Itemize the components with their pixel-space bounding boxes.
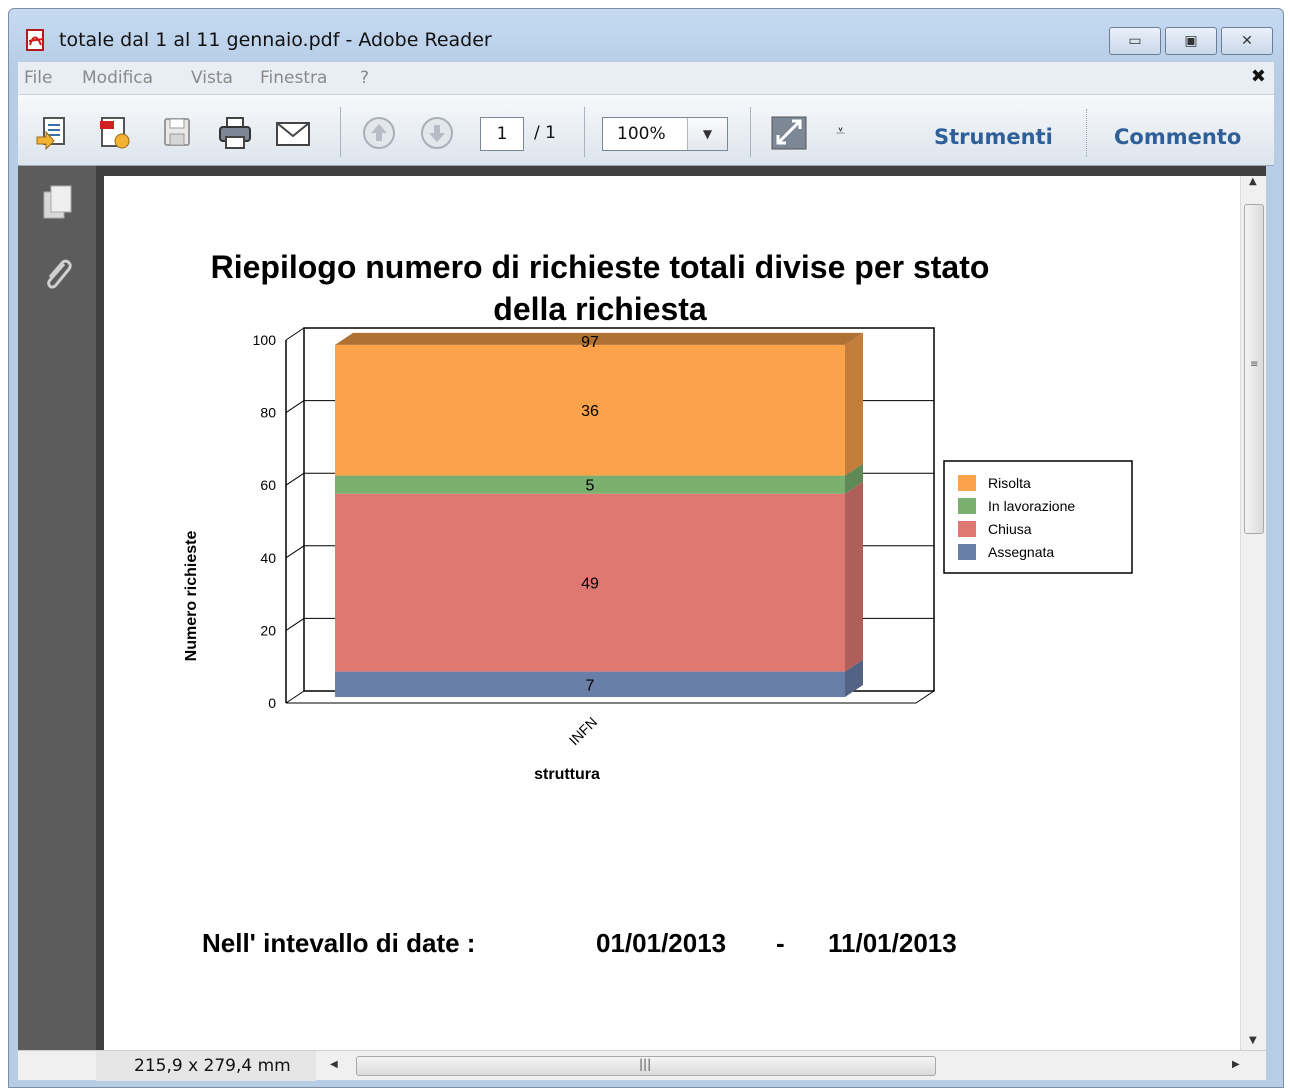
menu-finestra[interactable]: Finestra xyxy=(260,68,327,88)
zoom-value: 100% xyxy=(617,124,666,144)
zoom-select[interactable]: 100% ▼ xyxy=(602,117,728,151)
date-range-label: Nell' intevallo di date : xyxy=(202,928,476,958)
attachments-icon[interactable] xyxy=(38,254,78,294)
scroll-right-icon[interactable]: ▶ xyxy=(1232,1059,1240,1070)
data-label-assegnata: 7 xyxy=(586,677,595,694)
minimize-icon: ▭ xyxy=(1128,33,1142,49)
grip-icon: ≡ xyxy=(1250,359,1259,370)
close-icon: ✕ xyxy=(1241,33,1253,49)
data-label-chiusa: 49 xyxy=(581,576,599,593)
data-label-total: 97 xyxy=(581,334,599,351)
horizontal-scroll-thumb[interactable]: ||| xyxy=(356,1056,936,1076)
stacked-bar-chart: 0 20 40 60 80 100 7 49 5 36 97 INFN Numero richies… xyxy=(183,327,1133,783)
chart-title-line-1: Riepilogo numero di richieste totali div… xyxy=(210,249,990,285)
toolbar: 1 / 1 100% ▼ ⩡ Strumenti Commento xyxy=(18,94,1274,166)
x-tick-label: INFN xyxy=(566,714,600,748)
bar-side-chiusa xyxy=(845,481,863,672)
status-bar: 215,9 x 279,4 mm ◀ ||| ▶ xyxy=(18,1050,1266,1081)
date-from: 01/01/2013 xyxy=(596,928,727,958)
grid-line xyxy=(285,617,305,631)
chevron-down-icon[interactable]: ▼ xyxy=(687,118,727,150)
previous-page-icon[interactable] xyxy=(360,115,398,151)
strumenti-button[interactable]: Strumenti xyxy=(934,125,1053,149)
window-title: totale dal 1 al 11 gennaio.pdf - Adobe R… xyxy=(59,29,492,51)
menu-close-icon[interactable]: ✖ xyxy=(1251,66,1266,87)
menu-file[interactable]: File xyxy=(24,68,52,88)
legend-swatch xyxy=(958,475,976,491)
y-tick-label: 60 xyxy=(260,477,276,493)
legend-swatch xyxy=(958,498,976,514)
page-size-label: 215,9 x 279,4 mm xyxy=(96,1051,316,1081)
maximize-icon: ▣ xyxy=(1184,33,1198,49)
pages-icon[interactable] xyxy=(38,182,78,222)
data-label-in-lavorazione: 5 xyxy=(586,478,595,495)
save-icon[interactable] xyxy=(158,115,196,151)
page-total: / 1 xyxy=(534,123,556,143)
vertical-scrollbar[interactable]: ▲ ≡ ▼ xyxy=(1240,176,1266,1050)
toolbar-overflow-icon[interactable]: ⩡ xyxy=(836,121,845,141)
y-axis-title: Numero richieste xyxy=(183,531,200,662)
toolbar-separator xyxy=(750,107,751,157)
maximize-button[interactable]: ▣ xyxy=(1165,27,1217,55)
pdf-icon xyxy=(26,29,44,51)
data-label-risolta: 36 xyxy=(581,403,599,420)
y-tick-label: 40 xyxy=(260,550,276,566)
grid-line xyxy=(285,400,305,414)
commento-button[interactable]: Commento xyxy=(1114,125,1241,149)
chart-legend: Risolta In lavorazione Chiusa Assegnata xyxy=(943,460,1133,574)
title-bar: totale dal 1 al 11 gennaio.pdf - Adobe R… xyxy=(9,9,1283,63)
toolbar-separator xyxy=(340,107,341,157)
y-tick-label: 20 xyxy=(260,622,276,638)
legend-swatch xyxy=(958,521,976,537)
toolbar-separator xyxy=(1086,109,1087,157)
menu-vista[interactable]: Vista xyxy=(191,68,233,88)
scroll-left-icon[interactable]: ◀ xyxy=(330,1059,338,1070)
navigation-panel xyxy=(18,166,96,1050)
menu-bar: File Modifica Vista Finestra ? ✖ xyxy=(18,62,1274,94)
grid-line xyxy=(285,472,305,486)
print-icon[interactable] xyxy=(216,115,254,151)
y-tick-label: 0 xyxy=(268,695,276,711)
next-page-icon[interactable] xyxy=(418,115,456,151)
grid-line xyxy=(285,690,305,704)
date-separator: - xyxy=(776,928,785,958)
legend-label: Risolta xyxy=(988,475,1031,491)
scroll-down-icon[interactable]: ▼ xyxy=(1249,1035,1257,1046)
bar-side-risolta xyxy=(845,332,863,476)
close-window-button[interactable]: ✕ xyxy=(1221,27,1273,55)
page-number-input[interactable]: 1 xyxy=(480,117,524,151)
fullscreen-icon[interactable] xyxy=(770,115,808,151)
grid-line xyxy=(285,545,305,559)
legend-label: Chiusa xyxy=(988,521,1032,537)
legend-label: In lavorazione xyxy=(988,498,1075,514)
email-icon[interactable] xyxy=(274,115,312,151)
x-axis-title: struttura xyxy=(534,766,600,783)
toolbar-separator xyxy=(584,107,585,157)
grip-icon: ||| xyxy=(639,1057,652,1071)
create-pdf-icon[interactable] xyxy=(34,115,72,151)
menu-help[interactable]: ? xyxy=(360,68,369,88)
bar-top-face xyxy=(335,332,863,345)
legend-swatch xyxy=(958,544,976,560)
y-tick-label: 100 xyxy=(253,332,277,348)
date-to: 11/01/2013 xyxy=(828,928,957,958)
grid-line xyxy=(285,327,305,341)
convert-pdf-icon[interactable] xyxy=(96,115,134,151)
scroll-up-icon[interactable]: ▲ xyxy=(1249,176,1257,187)
y-tick-label: 80 xyxy=(260,405,276,421)
legend-label: Assegnata xyxy=(988,544,1054,560)
pdf-page: Riepilogo numero di richieste totali div… xyxy=(104,176,1240,1050)
vertical-scroll-thumb[interactable]: ≡ xyxy=(1244,204,1264,534)
menu-modifica[interactable]: Modifica xyxy=(82,68,153,88)
minimize-button[interactable]: ▭ xyxy=(1109,27,1161,55)
